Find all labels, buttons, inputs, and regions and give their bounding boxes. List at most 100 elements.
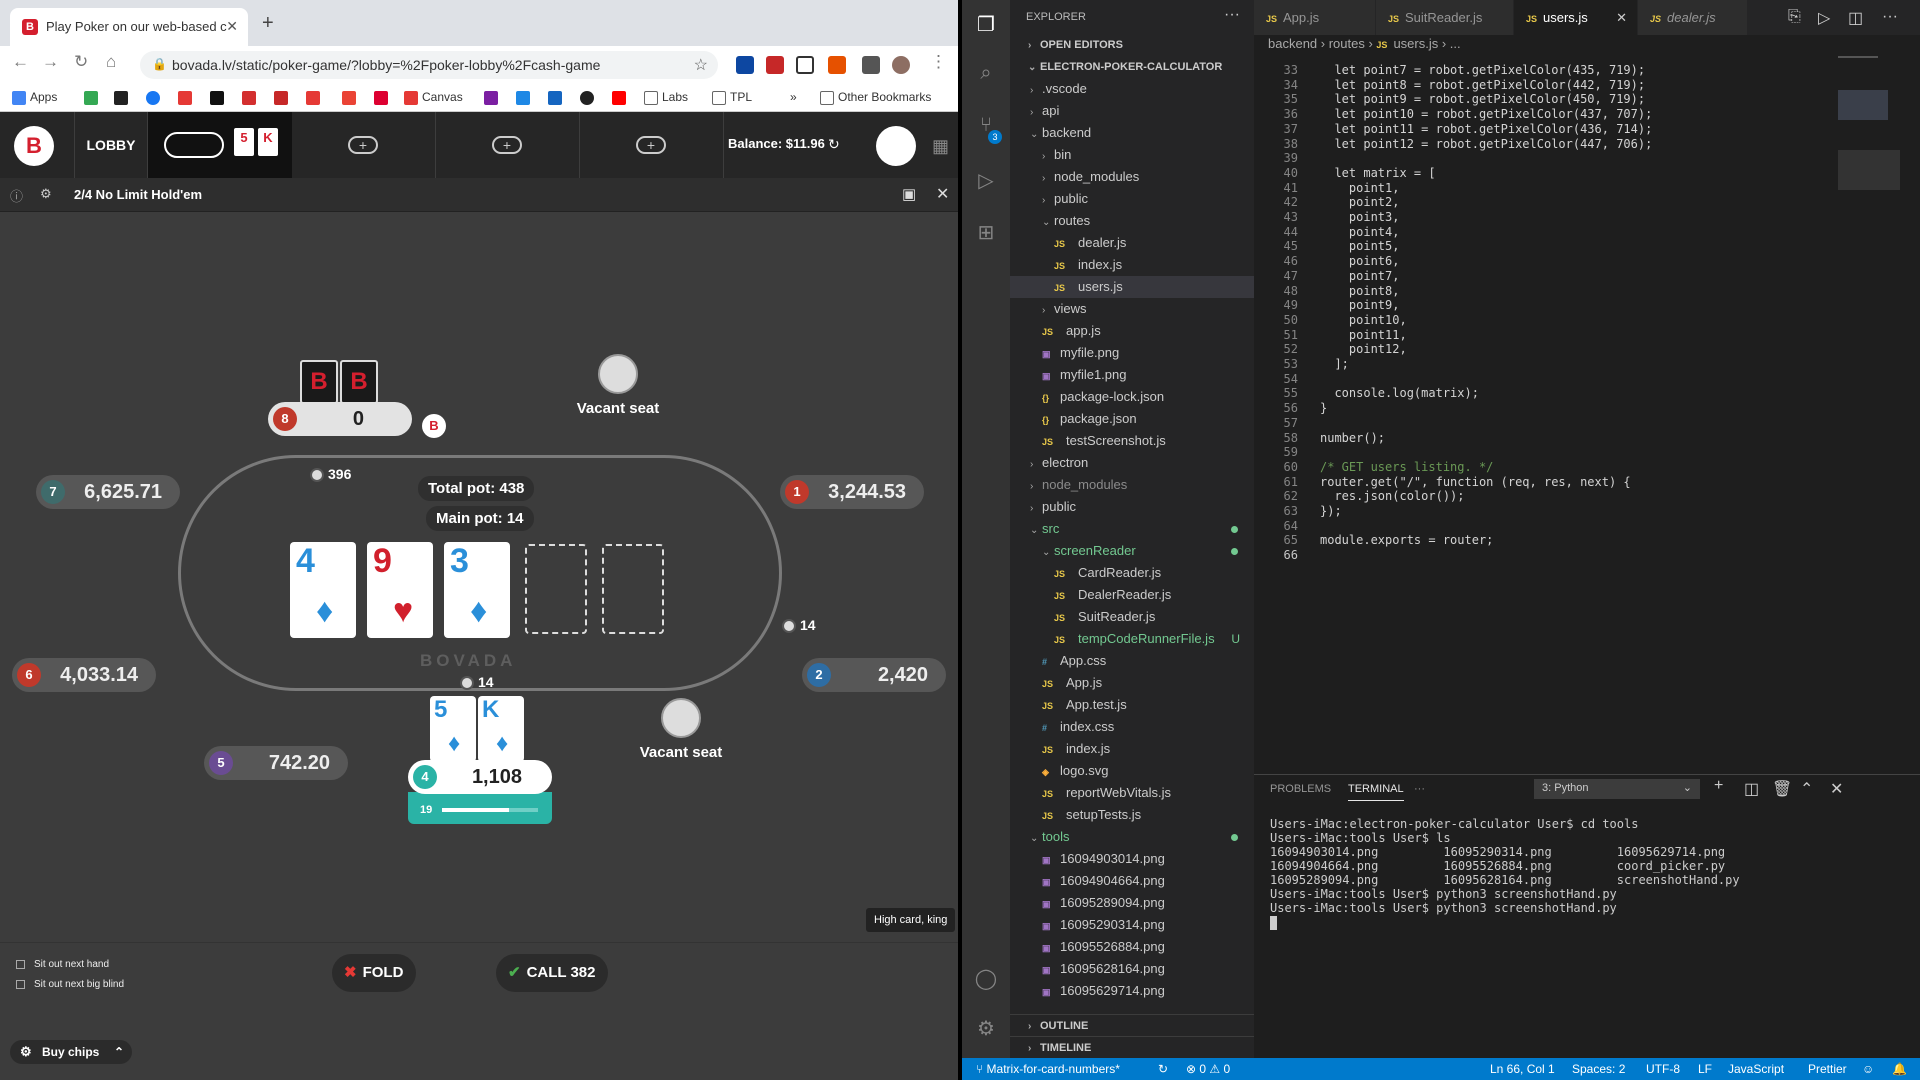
run-debug-icon[interactable]: ▷ [974, 168, 998, 192]
tree-item[interactable]: ▣ 16095290314.png [1010, 914, 1254, 936]
terminal-select[interactable]: 3: Python ⌄ [1534, 779, 1700, 799]
tree-item[interactable]: JS index.js [1010, 254, 1254, 276]
bookmark-tpl[interactable]: TPL [712, 90, 752, 105]
tab-suitreader-js[interactable]: JS SuitReader.js [1376, 0, 1514, 35]
call-button[interactable]: ✔ CALL 382 [496, 954, 608, 992]
outline-section[interactable]: › OUTLINE [1010, 1014, 1254, 1036]
extensions-puzzle-icon[interactable] [862, 56, 880, 74]
tree-item[interactable]: ⌄ routes [1010, 210, 1254, 232]
google-icon[interactable] [84, 91, 98, 105]
bookmark-icon[interactable] [178, 91, 192, 105]
facebook-icon[interactable] [146, 91, 160, 105]
sit-out-hand-checkbox[interactable] [16, 960, 25, 969]
sit-out-blind-checkbox[interactable] [16, 980, 25, 989]
vacant-seat[interactable]: Vacant seat [573, 354, 663, 417]
bookmark-icon[interactable] [242, 91, 256, 105]
tree-item[interactable]: › node_modules [1010, 166, 1254, 188]
calendar-icon[interactable] [548, 91, 562, 105]
buy-chips-button[interactable]: ⚙ Buy chips ⌃ [10, 1040, 132, 1064]
address-bar[interactable]: 🔒 bovada.lv/static/poker-game/?lobby=%2F… [140, 51, 718, 79]
bookmark-other[interactable]: Other Bookmarks [820, 90, 931, 105]
seat-8[interactable]: 8 0 [268, 402, 412, 436]
branch-status[interactable]: ⑂ Matrix-for-card-numbers* [976, 1058, 1120, 1080]
bookmark-icon[interactable] [274, 91, 288, 105]
encoding-status[interactable]: UTF-8 [1646, 1058, 1680, 1080]
active-table-tab[interactable]: 5 K [148, 112, 292, 178]
tree-item[interactable]: › node_modules [1010, 474, 1254, 496]
bookmark-labs[interactable]: Labs [644, 90, 688, 105]
tree-item[interactable]: {} package.json [1010, 408, 1254, 430]
tree-item[interactable]: › views [1010, 298, 1254, 320]
forward-icon[interactable]: → [42, 52, 59, 72]
bookmark-icon[interactable] [484, 91, 498, 105]
tab-dealer-js[interactable]: JS dealer.js [1638, 0, 1748, 35]
project-section[interactable]: ⌄ ELECTRON-POKER-CALCULATOR [1010, 56, 1254, 78]
tree-item[interactable]: › .vscode [1010, 78, 1254, 100]
fold-button[interactable]: ✖ FOLD [332, 954, 416, 992]
tab-terminal[interactable]: TERMINAL [1348, 783, 1404, 801]
info-icon[interactable]: ⓘ [10, 186, 23, 205]
tree-item[interactable]: JS DealerReader.js [1010, 584, 1254, 606]
seat-2[interactable]: 2 2,420 [802, 658, 946, 692]
refresh-balance-icon[interactable]: ↻ [828, 136, 840, 153]
reload-icon[interactable]: ↻ [74, 52, 88, 72]
lobby-button[interactable]: LOBBY [74, 112, 148, 178]
cursor-position[interactable]: Ln 66, Col 1 [1490, 1058, 1555, 1080]
tree-item[interactable]: {} package-lock.json [1010, 386, 1254, 408]
tree-item[interactable]: ▣ 16094904664.png [1010, 870, 1254, 892]
seat-1[interactable]: 1 3,244.53 [780, 475, 924, 509]
vacant-seat[interactable]: Vacant seat [636, 698, 726, 761]
tree-item[interactable]: JS SuitReader.js [1010, 606, 1254, 628]
account-icon[interactable]: ◯ [974, 966, 998, 990]
grid-view-icon[interactable]: ▦ [932, 136, 949, 157]
sync-icon[interactable]: ↻ [1158, 1058, 1168, 1080]
tab-users-js[interactable]: JS users.js ✕ [1514, 0, 1638, 35]
manage-gear-icon[interactable]: ⚙ [974, 1016, 998, 1040]
notifications-bell-icon[interactable]: 🔔 [1892, 1058, 1907, 1080]
breadcrumb-item[interactable]: users.js [1393, 36, 1438, 51]
profile-avatar[interactable] [892, 56, 910, 74]
screenshot-extension-icon[interactable] [796, 56, 814, 74]
eol-status[interactable]: LF [1698, 1058, 1712, 1080]
tree-item[interactable]: ▣ myfile1.png [1010, 364, 1254, 386]
add-table-button[interactable]: + [292, 112, 436, 178]
tree-item[interactable]: › api [1010, 100, 1254, 122]
terminal-output[interactable]: Users-iMac:electron-poker-calculator Use… [1270, 817, 1740, 930]
tree-item[interactable]: ⌄ src [1010, 518, 1254, 540]
browser-tab[interactable]: B Play Poker on our web-based c ✕ [10, 8, 248, 46]
prettier-status[interactable]: Prettier [1808, 1058, 1847, 1080]
seat-7[interactable]: 7 6,625.71 [36, 475, 180, 509]
tree-item[interactable]: JS App.js [1010, 672, 1254, 694]
trash-icon[interactable]: 🗑 [1772, 779, 1792, 799]
problems-status[interactable]: ⊗ 0 ⚠ 0 [1186, 1058, 1230, 1080]
tree-item[interactable]: JS reportWebVitals.js [1010, 782, 1254, 804]
split-terminal-icon[interactable]: ◫ [1744, 779, 1759, 799]
tree-item[interactable]: ◈ logo.svg [1010, 760, 1254, 782]
back-icon[interactable]: ← [12, 52, 29, 72]
bookmark-icon[interactable] [114, 91, 128, 105]
tree-item[interactable]: ▣ 16095629714.png [1010, 980, 1254, 1002]
seat-6[interactable]: 6 4,033.14 [12, 658, 156, 692]
tree-item[interactable]: › public [1010, 188, 1254, 210]
tab-app-js[interactable]: JS App.js [1254, 0, 1376, 35]
tree-item[interactable]: JS app.js [1010, 320, 1254, 342]
more-actions-icon[interactable]: ··· [1882, 8, 1898, 26]
tree-item[interactable]: ▣ 16095526884.png [1010, 936, 1254, 958]
tree-item[interactable]: ▣ 16095289094.png [1010, 892, 1254, 914]
panel-more-icon[interactable]: ··· [1414, 783, 1425, 795]
search-icon[interactable]: ⌕ [974, 62, 998, 86]
bookmark-apps[interactable]: Apps [12, 90, 57, 105]
split-editor-icon[interactable]: ◫ [1848, 8, 1863, 28]
open-editors-section[interactable]: › OPEN EDITORS [1010, 34, 1254, 56]
bovada-logo[interactable]: B [14, 126, 54, 166]
tree-item[interactable]: # App.css [1010, 650, 1254, 672]
open-changes-icon[interactable]: ⎘ [1788, 8, 1801, 26]
tree-item[interactable]: JS CardReader.js [1010, 562, 1254, 584]
tab-problems[interactable]: PROBLEMS [1270, 783, 1331, 795]
tree-item[interactable]: › electron [1010, 452, 1254, 474]
bookmark-icon[interactable] [210, 91, 224, 105]
bookmarks-overflow[interactable]: » [790, 90, 797, 104]
single-view-button[interactable] [876, 126, 916, 166]
youtube-icon[interactable] [612, 91, 626, 105]
add-table-button[interactable]: + [436, 112, 580, 178]
